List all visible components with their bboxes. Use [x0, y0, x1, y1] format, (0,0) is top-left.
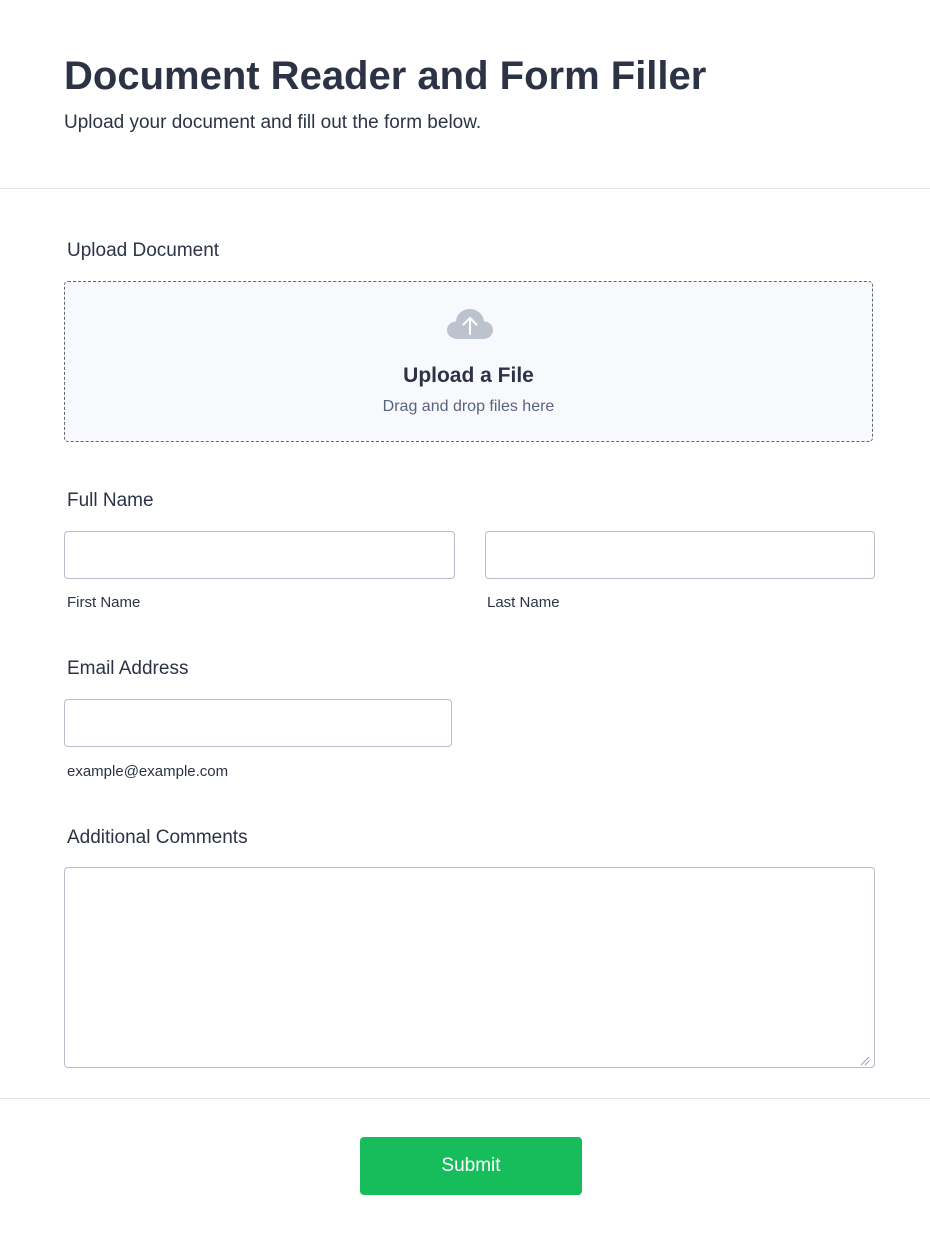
email-address-label: Email Address — [67, 658, 189, 679]
comments-textarea[interactable] — [64, 867, 875, 1068]
upload-instructions: Drag and drop files here — [382, 398, 555, 415]
additional-comments-label: Additional Comments — [67, 827, 248, 848]
resize-handle-icon[interactable] — [858, 1053, 870, 1066]
page-subtitle: Upload your document and fill out the fo… — [64, 112, 482, 133]
last-name-input[interactable] — [485, 531, 875, 579]
full-name-label: Full Name — [67, 490, 154, 511]
upload-document-label: Upload Document — [67, 240, 220, 261]
file-upload-dropzone[interactable]: Upload a File Drag and drop files here — [64, 281, 873, 442]
cloud-upload-icon — [445, 306, 495, 342]
email-field[interactable] — [64, 699, 452, 747]
footer-divider — [0, 1098, 930, 1099]
page-title: Document Reader and Form Filler — [64, 54, 707, 98]
form-header: Document Reader and Form Filler Upload y… — [0, 0, 930, 189]
last-name-sublabel: Last Name — [487, 594, 560, 611]
submit-button[interactable]: Submit — [360, 1137, 582, 1195]
email-sublabel: example@example.com — [67, 763, 229, 780]
upload-title: Upload a File — [403, 364, 534, 387]
first-name-sublabel: First Name — [67, 594, 141, 611]
first-name-input[interactable] — [64, 531, 455, 579]
